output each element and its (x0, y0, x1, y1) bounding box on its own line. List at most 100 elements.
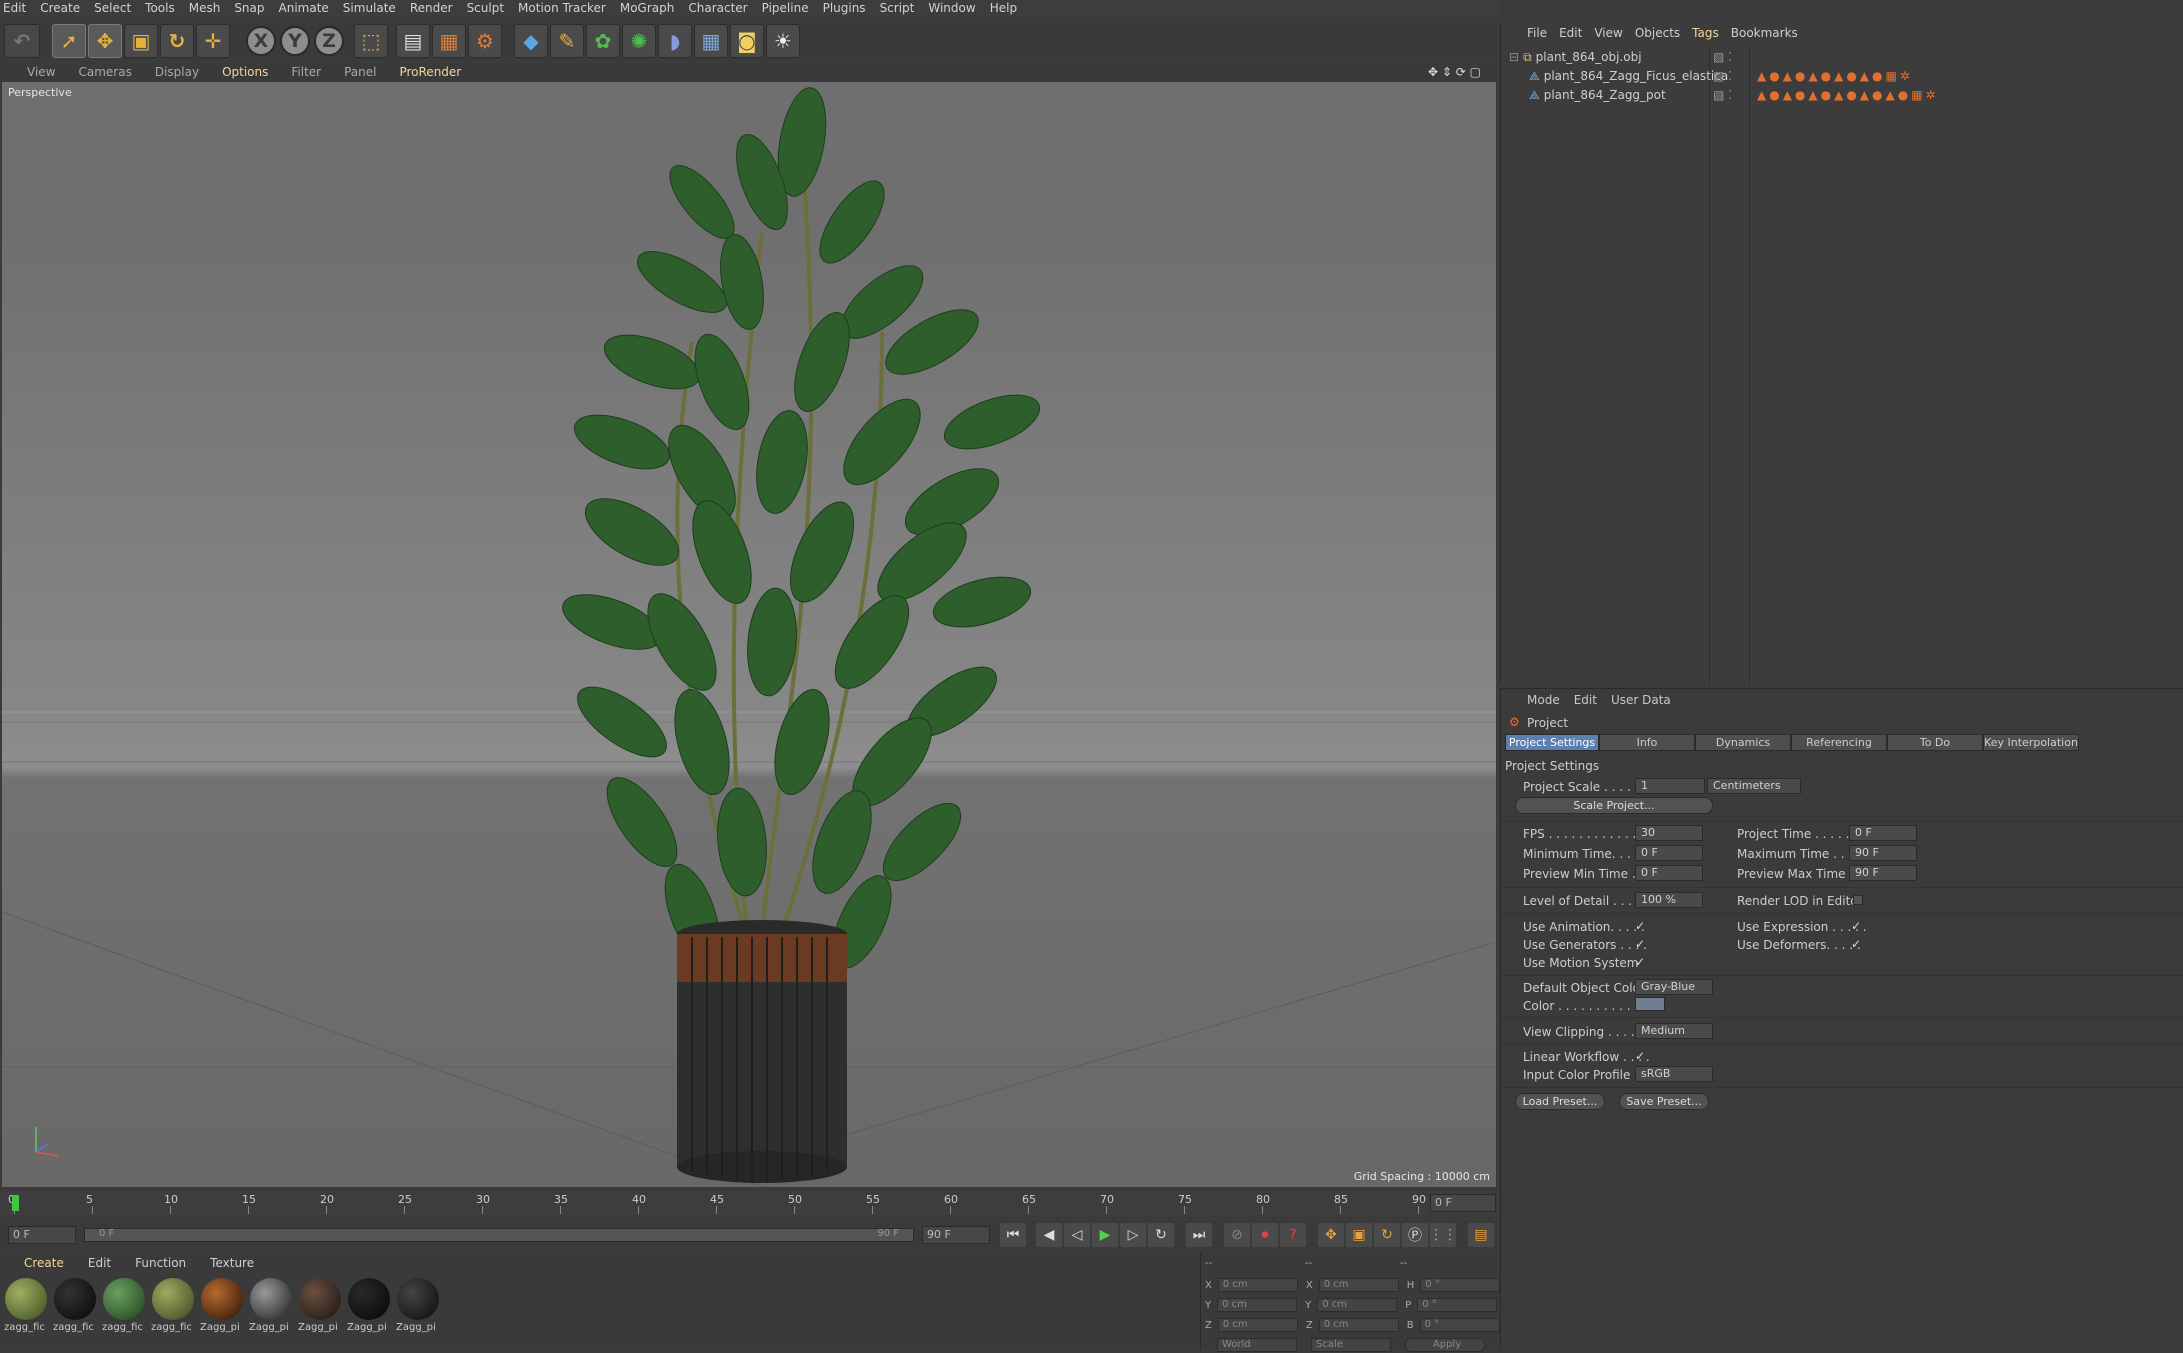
use-motion-system-checkbox[interactable]: ✓ (1635, 955, 1645, 969)
load-preset-button[interactable]: Load Preset... (1515, 1093, 1605, 1110)
menu-edit[interactable]: Edit (0, 1, 37, 15)
object-menu-file[interactable]: File (1527, 26, 1559, 40)
material-menu-texture[interactable]: Texture (196, 1256, 264, 1270)
material-swatch[interactable]: Zagg_pi (249, 1276, 293, 1342)
menu-character[interactable]: Character (685, 1, 758, 15)
preview-range-slider[interactable]: 0 F 90 F (84, 1228, 914, 1242)
object-menu-objects[interactable]: Objects (1635, 26, 1692, 40)
end-frame-field[interactable]: 90 F (922, 1226, 990, 1244)
menu-simulate[interactable]: Simulate (340, 1, 407, 15)
rotate-tool-icon[interactable]: ↻ (160, 24, 194, 58)
max-time-field[interactable]: 90 F (1849, 845, 1917, 861)
material-swatch[interactable]: zagg_fic (102, 1276, 146, 1342)
visibility-icon[interactable]: ▧ ⁚ (1713, 50, 1732, 64)
next-key-icon[interactable]: ↻ (1148, 1223, 1174, 1247)
preview-max-field[interactable]: 90 F (1849, 865, 1917, 881)
goto-start-icon[interactable]: ⏮ (1000, 1223, 1026, 1247)
use-expression-checkbox[interactable]: ✓ (1851, 919, 1861, 933)
collapse-icon[interactable]: ⊟ (1509, 50, 1519, 64)
undo-icon[interactable]: ↶ (4, 24, 40, 58)
rotation-b-field[interactable]: 0 ° (1419, 1318, 1500, 1332)
render-settings-icon[interactable]: ⚙ (468, 24, 502, 58)
deformer-icon[interactable]: ◗ (658, 24, 692, 58)
viewport-menu-cameras[interactable]: Cameras (63, 65, 139, 79)
menu-sculpt[interactable]: Sculpt (464, 1, 515, 15)
light-icon[interactable]: ☀ (766, 24, 800, 58)
tab-todo[interactable]: To Do (1887, 734, 1983, 751)
object-row[interactable]: ⟁ plant_864_Zagg_Ficus_elastica ▧ ⁚ ▲●▲●… (1501, 67, 2183, 85)
menu-help[interactable]: Help (987, 1, 1028, 15)
scale-unit-dropdown[interactable]: Centimeters (1707, 778, 1801, 794)
start-frame-field[interactable]: 0 F (8, 1226, 76, 1244)
select-tool-icon[interactable]: ➚ (52, 24, 86, 58)
lod-field[interactable]: 100 % (1635, 892, 1703, 908)
key-position-icon[interactable]: ✥ (1318, 1223, 1344, 1247)
size-z-field[interactable]: 0 cm (1318, 1318, 1399, 1332)
object-menu-bookmarks[interactable]: Bookmarks (1731, 26, 1810, 40)
record-keys-icon[interactable]: ⊘ (1224, 1223, 1250, 1247)
use-generators-checkbox[interactable]: ✓ (1635, 937, 1645, 951)
goto-end-icon[interactable]: ⏭ (1186, 1223, 1212, 1247)
render-picture-viewer-icon[interactable]: ▦ (432, 24, 466, 58)
key-scale-icon[interactable]: ▣ (1346, 1223, 1372, 1247)
tab-project-settings[interactable]: Project Settings (1505, 734, 1599, 751)
viewport-menu-prorender[interactable]: ProRender (384, 65, 469, 79)
prev-frame-icon[interactable]: ◁ (1064, 1223, 1090, 1247)
view-clipping-dropdown[interactable]: Medium (1635, 1023, 1713, 1039)
preview-min-field[interactable]: 0 F (1635, 865, 1703, 881)
menu-select[interactable]: Select (91, 1, 142, 15)
viewport-menu-options[interactable]: Options (207, 65, 276, 79)
viewport-navigation-icon[interactable]: ✥ ⇕ ⟳ ▢ (1428, 65, 1481, 79)
viewport-menu-panel[interactable]: Panel (329, 65, 384, 79)
floor-icon[interactable]: ▦ (694, 24, 728, 58)
key-parameter-icon[interactable]: Ⓟ (1402, 1223, 1428, 1247)
prev-key-icon[interactable]: ◀ (1036, 1223, 1062, 1247)
subdivision-icon[interactable]: ✿ (586, 24, 620, 58)
pen-icon[interactable]: ✎ (550, 24, 584, 58)
material-tags[interactable]: ▲●▲●▲●▲●▲●▲●▦✲ (1757, 88, 1939, 102)
menu-create[interactable]: Create (37, 1, 91, 15)
material-swatch[interactable]: Zagg_pi (347, 1276, 391, 1342)
material-menu-edit[interactable]: Edit (74, 1256, 121, 1270)
render-view-icon[interactable]: ▤ (396, 24, 430, 58)
next-frame-icon[interactable]: ▷ (1120, 1223, 1146, 1247)
save-preset-button[interactable]: Save Preset... (1619, 1093, 1709, 1110)
menu-tools[interactable]: Tools (142, 1, 186, 15)
menu-snap[interactable]: Snap (231, 1, 275, 15)
project-time-field[interactable]: 0 F (1849, 825, 1917, 841)
menu-render[interactable]: Render (407, 1, 464, 15)
object-row[interactable]: ⊟ ⧉ plant_864_obj.obj ▧ ⁚ (1501, 48, 2183, 66)
fps-field[interactable]: 30 (1635, 825, 1703, 841)
size-y-field[interactable]: 0 cm (1317, 1298, 1398, 1312)
menu-plugins[interactable]: Plugins (820, 1, 877, 15)
menu-window[interactable]: Window (925, 1, 986, 15)
menu-mesh[interactable]: Mesh (186, 1, 232, 15)
render-lod-checkbox[interactable] (1853, 895, 1863, 905)
input-profile-dropdown[interactable]: sRGB (1635, 1066, 1713, 1082)
material-swatch[interactable]: zagg_fic (151, 1276, 195, 1342)
autokey-icon[interactable]: ⏺ (1252, 1223, 1278, 1247)
material-menu-function[interactable]: Function (121, 1256, 196, 1270)
use-animation-checkbox[interactable]: ✓ (1635, 919, 1645, 933)
keyframe-help-icon[interactable]: ? (1280, 1223, 1306, 1247)
play-icon[interactable]: ▶ (1092, 1223, 1118, 1247)
tab-referencing[interactable]: Referencing (1791, 734, 1887, 751)
rotation-h-field[interactable]: 0 ° (1420, 1278, 1501, 1292)
playhead[interactable] (12, 1195, 19, 1211)
material-swatch[interactable]: zagg_fic (53, 1276, 97, 1342)
default-color-dropdown[interactable]: Gray-Blue (1635, 979, 1713, 995)
move-tool-icon[interactable]: ✥ (88, 24, 122, 58)
attr-menu-edit[interactable]: Edit (1574, 693, 1597, 707)
x-axis-icon[interactable]: X (246, 26, 276, 56)
object-menu-tags[interactable]: Tags (1692, 26, 1731, 40)
visibility-icon[interactable]: ▧ ⁚ (1713, 88, 1732, 102)
project-scale-field[interactable]: 1 (1635, 778, 1705, 794)
min-time-field[interactable]: 0 F (1635, 845, 1703, 861)
menu-mograph[interactable]: MoGraph (617, 1, 686, 15)
viewport-menu-display[interactable]: Display (140, 65, 207, 79)
menu-pipeline[interactable]: Pipeline (759, 1, 820, 15)
current-frame-field[interactable]: 0 F (1430, 1194, 1496, 1212)
rotation-p-field[interactable]: 0 ° (1417, 1298, 1498, 1312)
menu-animate[interactable]: Animate (276, 1, 340, 15)
object-row[interactable]: ⟁ plant_864_Zagg_pot ▧ ⁚ ▲●▲●▲●▲●▲●▲●▦✲ (1501, 86, 2183, 104)
